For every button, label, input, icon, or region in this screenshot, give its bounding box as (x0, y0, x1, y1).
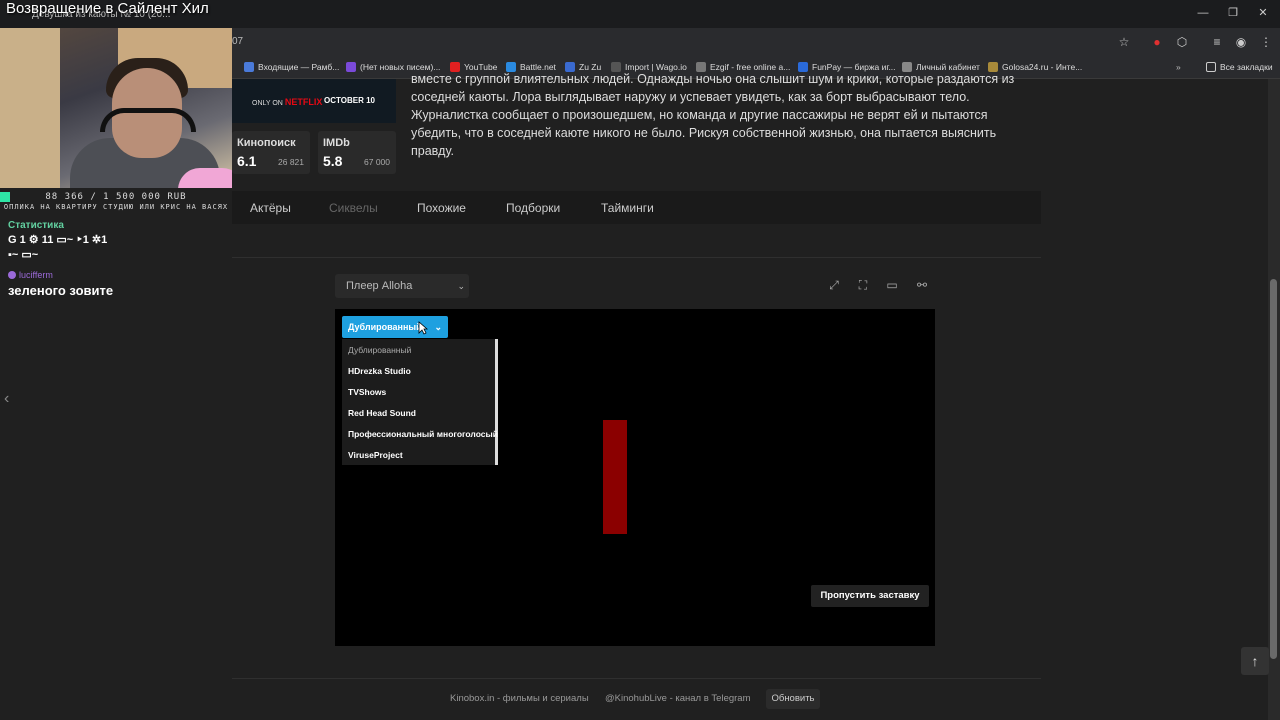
extensions-icon[interactable]: ⬡ (1174, 34, 1190, 50)
rating-kinopoisk[interactable]: Кинопоиск 6.1 26 821 (232, 131, 310, 174)
chevron-right-icon[interactable]: » (1176, 60, 1181, 74)
screen: Девушка из каюты № 10 (20... — ❐ ✕ 07 ☆ … (0, 0, 1280, 720)
rating-count: 26 821 (278, 157, 304, 167)
media-controls-icon[interactable]: ≡ (1209, 34, 1225, 50)
dub-option[interactable]: HDrezka Studio (348, 366, 411, 376)
refresh-button[interactable]: Обновить (766, 689, 820, 709)
rating-count: 67 000 (364, 157, 390, 167)
menu-icon[interactable]: ⋮ (1258, 34, 1274, 50)
webcam-feed (0, 28, 232, 188)
dub-option[interactable]: Профессиональный многоголосый (348, 429, 498, 439)
close-icon[interactable]: ✕ (1248, 4, 1278, 22)
poster-date: OCTOBER 10 (324, 96, 375, 105)
address-input[interactable]: 07 (226, 30, 1146, 53)
dub-dropdown: Дублированный HDrezka Studio TVShows Red… (342, 339, 498, 465)
dub-option[interactable]: TVShows (348, 387, 386, 397)
stats-line: G 1 ⚙ 11 ▭~ ‣1 ✲1 (8, 234, 108, 246)
mouse-cursor-icon (418, 321, 428, 335)
poster-network: ONLY ON NETFLIX (252, 97, 323, 107)
tab-actors[interactable]: Актёры (250, 201, 291, 215)
arrow-up-icon: ↑ (1251, 653, 1259, 669)
player-select[interactable]: Плеер Alloha ⌄ (335, 274, 469, 298)
poster-image: ONLY ON NETFLIX OCTOBER 10 (232, 79, 396, 123)
chevron-down-icon: ⌄ (457, 281, 465, 291)
rating-value: 5.8 (323, 153, 343, 169)
divider (232, 257, 1041, 258)
donation-goal-caption: ОПЛИКА НА КВАРТИРУ СТУДИЮ ИЛИ КРИС НА ВА… (3, 203, 229, 211)
folder-icon (1206, 62, 1216, 72)
movie-description: вместе с группой влиятельных людей. Одна… (411, 72, 1015, 158)
chat-message: зеленого зовите (8, 283, 114, 298)
star-icon[interactable]: ☆ (1116, 34, 1132, 50)
rating-imdb[interactable]: IMDb 5.8 67 000 (318, 131, 396, 174)
video-frame-shape (603, 420, 627, 534)
extension-red-icon[interactable]: ● (1149, 34, 1165, 50)
scrollbar-thumb[interactable] (1270, 279, 1277, 659)
chat-username: lucifferm (8, 270, 53, 280)
tab-collections[interactable]: Подборки (506, 201, 560, 215)
donation-goal: 88 366 / 1 500 000 RUB (45, 192, 187, 202)
video-player[interactable]: Дублированный ⌄ Дублированный HDrezka St… (335, 309, 935, 646)
bookmark-item[interactable]: Входящие — Рамб... (244, 60, 339, 74)
chevron-left-icon[interactable]: ‹ (4, 390, 9, 408)
footer-telegram-link[interactable]: @KinohubLive - канал в Telegram (605, 693, 751, 704)
profile-icon[interactable]: ◉ (1233, 34, 1249, 50)
rating-name: Кинопоиск (237, 137, 296, 149)
rating-value: 6.1 (237, 153, 257, 169)
footer-site-link[interactable]: Kinobox.in - фильмы и сериалы (450, 693, 589, 704)
all-bookmarks-button[interactable]: Все закладки (1206, 60, 1273, 74)
tab-timings[interactable]: Тайминги (601, 201, 654, 215)
tab-similar[interactable]: Похожие (417, 201, 466, 215)
scrollbar[interactable] (1268, 79, 1280, 720)
restore-icon[interactable]: ❐ (1218, 4, 1248, 22)
headset (100, 108, 196, 132)
webcam-background (0, 28, 60, 188)
divider (232, 678, 1041, 679)
stats-line: ▪~ ▭~ (8, 249, 39, 261)
rating-name: IMDb (323, 137, 350, 149)
scroll-to-top-button[interactable]: ↑ (1241, 647, 1269, 675)
mail-icon (244, 62, 254, 72)
stream-title: Возвращение в Сайлент Хил (6, 0, 209, 17)
user-badge-icon (8, 271, 16, 279)
chevron-down-icon: ⌄ (434, 322, 442, 332)
mail-icon (346, 62, 356, 72)
stats-title: Статистика (8, 220, 64, 231)
skip-intro-button[interactable]: Пропустить заставку (811, 585, 929, 607)
expand-icon[interactable]: ⤢ (822, 274, 846, 296)
dub-option[interactable]: Дублированный (348, 345, 411, 355)
dub-option[interactable]: Red Head Sound (348, 408, 416, 418)
dub-select-button[interactable]: Дублированный ⌄ (342, 316, 448, 338)
minimize-icon[interactable]: — (1188, 4, 1218, 22)
fullscreen-icon[interactable]: ⛶ (851, 274, 875, 296)
dub-option[interactable]: ViruseProject (348, 450, 403, 460)
tab-sequels[interactable]: Сиквелы (329, 201, 378, 215)
link-icon[interactable]: ⚯ (910, 274, 934, 296)
content-tabs: Актёры Сиквелы Похожие Подборки Тайминги (232, 191, 1041, 224)
comment-icon[interactable]: ▭ (880, 274, 904, 296)
